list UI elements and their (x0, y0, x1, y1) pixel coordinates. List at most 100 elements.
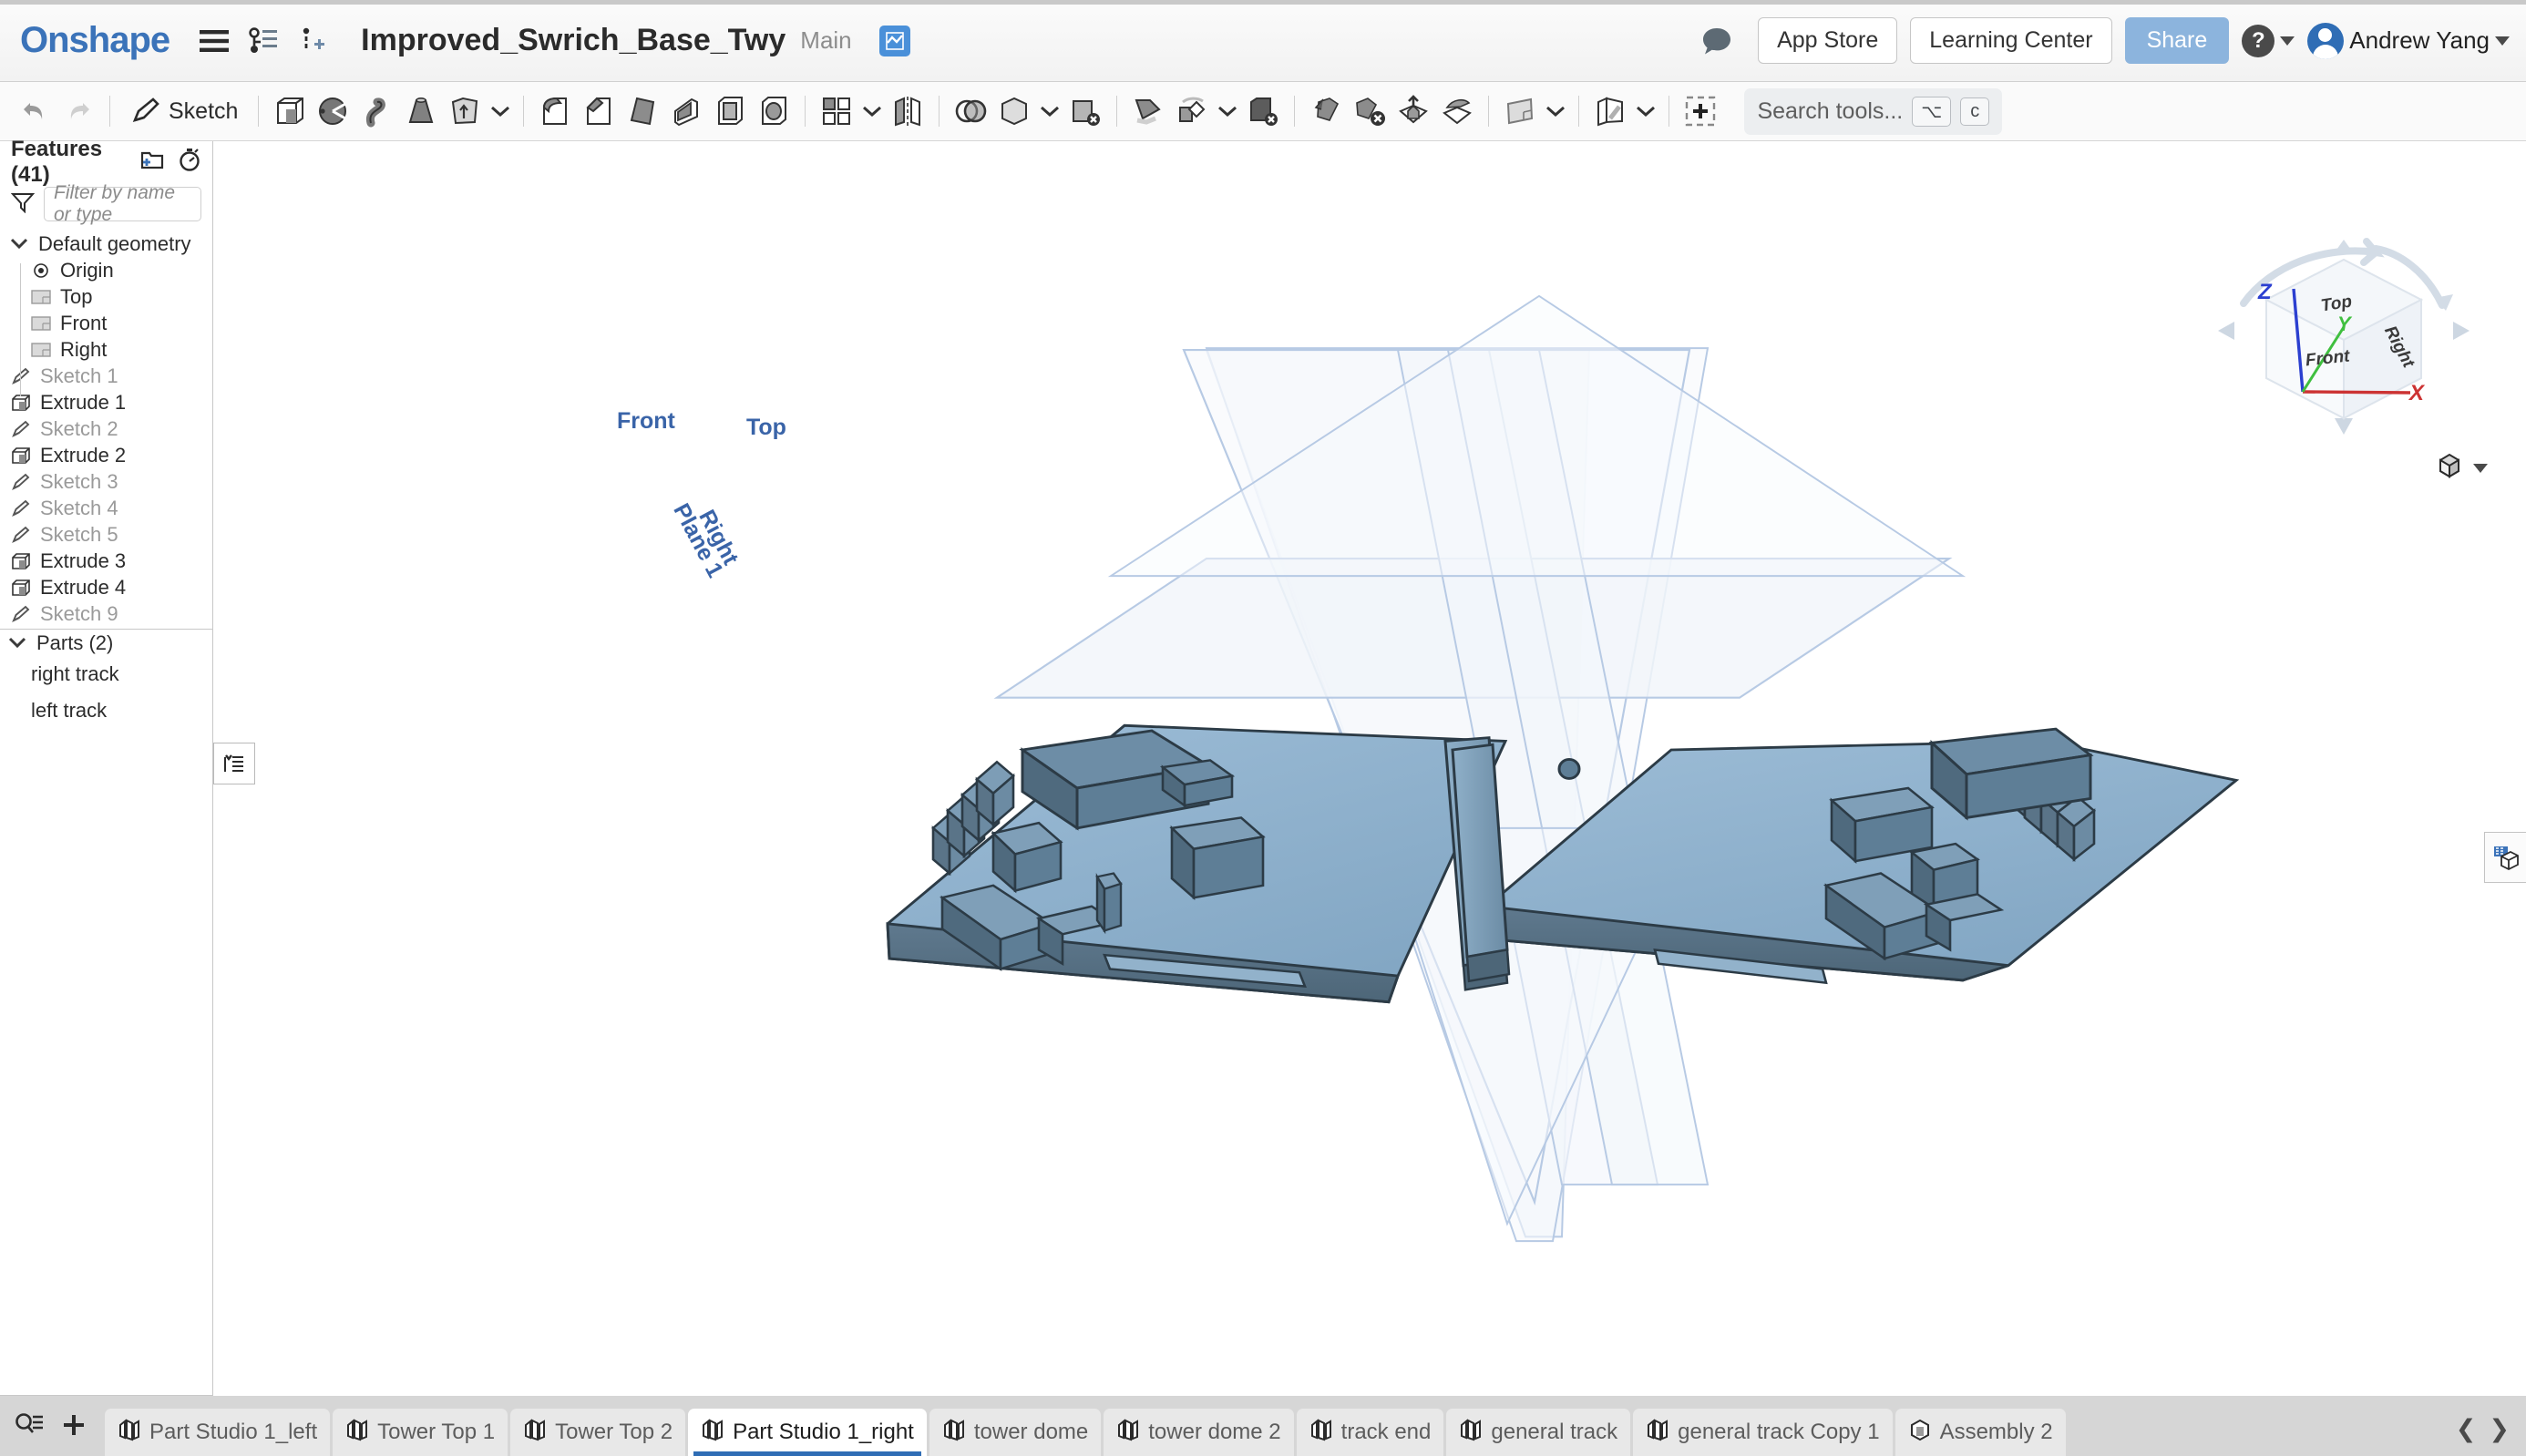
extract-surface-icon[interactable] (1391, 87, 1435, 135)
comment-icon[interactable] (1696, 20, 1738, 62)
rib-icon[interactable] (664, 87, 708, 135)
rollback-timer-icon[interactable] (178, 148, 201, 176)
hole-icon[interactable] (752, 87, 796, 135)
transform-icon[interactable] (1170, 87, 1214, 135)
tab-part-studio-1-left[interactable]: Part Studio 1_left (105, 1409, 330, 1456)
sweep-icon[interactable] (355, 87, 399, 135)
tab-track-end[interactable]: track end (1297, 1409, 1444, 1456)
chevron-left-icon[interactable]: ❮ (2456, 1415, 2477, 1443)
derive-icon[interactable] (1588, 87, 1632, 135)
tree-item-label: Extrude 1 (40, 391, 126, 415)
chevron-down-icon[interactable] (858, 87, 886, 135)
shell-icon[interactable] (708, 87, 752, 135)
delete-face-icon[interactable] (1063, 87, 1107, 135)
delete-face-x-icon[interactable] (1348, 87, 1391, 135)
add-version-icon[interactable] (292, 20, 334, 62)
tree-item-sketch-3[interactable]: Sketch 3 (0, 468, 212, 495)
tree-item-origin[interactable]: Origin (0, 257, 212, 283)
feature-filter-input[interactable]: Filter by name or type (44, 187, 201, 221)
tree-item-extrude-2[interactable]: Extrude 2 (0, 442, 212, 468)
fillet-icon[interactable] (533, 87, 577, 135)
tree-item-sketch-2[interactable]: Sketch 2 (0, 415, 212, 442)
version-graph-icon[interactable] (242, 20, 284, 62)
plane-label-front: Front (617, 408, 675, 435)
chevron-down-icon[interactable] (1632, 87, 1659, 135)
feature-filter-row: Filter by name or type (0, 183, 212, 231)
share-button[interactable]: Share (2125, 17, 2230, 64)
divider (523, 96, 524, 127)
mirror-icon[interactable] (886, 87, 929, 135)
part-item-left-track[interactable]: left track (0, 692, 212, 729)
hamburger-menu-icon[interactable] (193, 20, 235, 62)
tab-tower-top-1[interactable]: Tower Top 1 (333, 1409, 508, 1456)
chevron-down-icon[interactable] (1036, 87, 1063, 135)
tree-item-sketch-1[interactable]: Sketch 1 (0, 363, 212, 389)
boolean-icon[interactable] (949, 87, 992, 135)
tab-tower-dome-2[interactable]: tower dome 2 (1104, 1409, 1293, 1456)
tab-part-studio-1-right[interactable]: Part Studio 1_right (688, 1409, 927, 1456)
redo-arrow-icon[interactable] (56, 87, 100, 135)
user-menu[interactable]: Andrew Yang (2307, 23, 2510, 59)
thicken-icon[interactable] (443, 87, 487, 135)
learning-center-button[interactable]: Learning Center (1910, 17, 2111, 64)
parts-group-header[interactable]: Parts (2) (0, 630, 212, 656)
feature-list-toggle-icon[interactable] (213, 743, 255, 784)
tree-item-sketch-9[interactable]: Sketch 9 (0, 600, 212, 627)
help-menu[interactable]: ? (2242, 25, 2295, 57)
enclose-icon[interactable] (992, 87, 1036, 135)
plus-icon[interactable] (60, 1411, 87, 1443)
sketch-button[interactable]: Sketch (119, 87, 249, 135)
part-studio-icon (942, 1418, 966, 1448)
undo-arrow-icon[interactable] (13, 87, 56, 135)
tree-item-top-plane[interactable]: Top (0, 283, 212, 310)
tree-group-default-geometry[interactable]: Default geometry (0, 231, 212, 257)
tree-item-sketch-4[interactable]: Sketch 4 (0, 495, 212, 521)
view-cube[interactable]: Top Front Right Z Y X (2207, 232, 2480, 442)
tree-item-extrude-1[interactable]: Extrude 1 (0, 389, 212, 415)
tab-assembly-2[interactable]: Assembly 2 (1895, 1409, 2066, 1456)
chevron-down-icon[interactable] (1214, 87, 1241, 135)
new-folder-icon[interactable] (139, 149, 165, 175)
onshape-logo[interactable]: Onshape (20, 20, 169, 61)
tab-tower-top-2[interactable]: Tower Top 2 (510, 1409, 685, 1456)
linear-pattern-icon[interactable] (815, 87, 858, 135)
revolve-icon[interactable] (312, 87, 355, 135)
chamfer-icon[interactable] (577, 87, 621, 135)
tab-tower-dome[interactable]: tower dome (929, 1409, 1101, 1456)
workspace-icon[interactable] (879, 26, 910, 56)
insert-feature-icon[interactable] (1679, 87, 1722, 135)
chevron-down-icon[interactable] (1542, 87, 1569, 135)
tab-label: Tower Top 1 (377, 1420, 495, 1445)
replace-face-icon[interactable] (1435, 87, 1479, 135)
move-face-icon[interactable] (1304, 87, 1348, 135)
chevron-down-icon[interactable] (487, 87, 514, 135)
display-mode-menu[interactable] (2435, 451, 2488, 485)
search-tabs-icon[interactable] (15, 1411, 44, 1443)
configuration-panel-icon[interactable] (2484, 832, 2526, 883)
tree-item-label: Sketch 4 (40, 497, 118, 520)
loft-icon[interactable] (399, 87, 443, 135)
filter-funnel-icon[interactable] (11, 191, 35, 218)
plane-icon[interactable] (1498, 87, 1542, 135)
tab-general-track[interactable]: general track (1446, 1409, 1630, 1456)
delete-part-icon[interactable] (1241, 87, 1285, 135)
tab-general-track-copy-1[interactable]: general track Copy 1 (1633, 1409, 1892, 1456)
sketch-icon (9, 367, 33, 385)
shaded-cube-icon (2435, 451, 2464, 485)
tree-item-extrude-4[interactable]: Extrude 4 (0, 574, 212, 600)
tab-label: Tower Top 2 (555, 1420, 673, 1445)
document-title[interactable]: Improved_Swrich_Base_Twy (361, 23, 786, 58)
3d-viewport[interactable]: Front Top Plane 1 Right (213, 141, 2526, 1396)
tree-item-extrude-3[interactable]: Extrude 3 (0, 548, 212, 574)
extrude-icon[interactable] (268, 87, 312, 135)
tree-item-sketch-5[interactable]: Sketch 5 (0, 521, 212, 548)
chevron-right-icon[interactable]: ❯ (2489, 1415, 2510, 1443)
search-tools-input[interactable]: Search tools... ⌥ c (1744, 88, 2002, 135)
app-store-button[interactable]: App Store (1758, 17, 1897, 64)
part-item-right-track[interactable]: right track (0, 656, 212, 692)
tree-item-front-plane[interactable]: Front (0, 310, 212, 336)
tree-item-right-plane[interactable]: Right (0, 336, 212, 363)
tree-item-label: Origin (60, 259, 114, 282)
split-icon[interactable] (1126, 87, 1170, 135)
draft-icon[interactable] (621, 87, 664, 135)
